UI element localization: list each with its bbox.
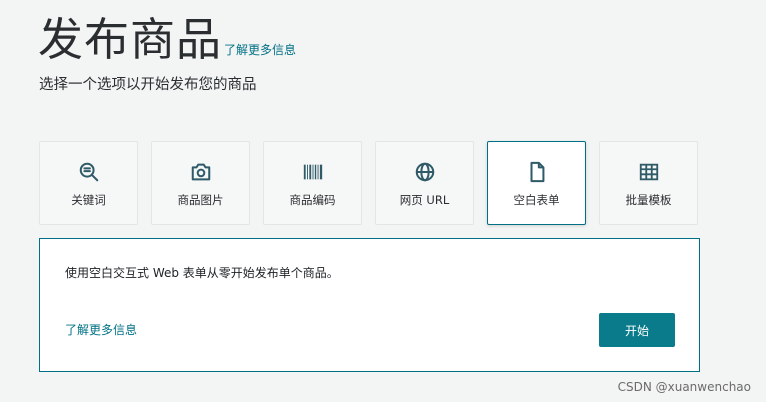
option-bulk-template[interactable]: 批量模板 bbox=[599, 141, 698, 225]
blank-document-icon bbox=[525, 160, 549, 184]
option-label: 网页 URL bbox=[399, 193, 450, 207]
spreadsheet-grid-icon bbox=[637, 160, 661, 184]
start-button[interactable]: 开始 bbox=[599, 313, 675, 347]
learn-more-link-panel[interactable]: 了解更多信息 bbox=[65, 321, 137, 338]
option-web-url[interactable]: 网页 URL bbox=[375, 141, 474, 225]
option-label: 关键词 bbox=[71, 193, 106, 207]
option-blank-form[interactable]: 空白表单 bbox=[487, 141, 586, 225]
learn-more-link-header[interactable]: 了解更多信息 bbox=[224, 41, 296, 58]
option-product-code[interactable]: 商品编码 bbox=[263, 141, 362, 225]
page-title: 发布商品 bbox=[38, 13, 223, 66]
option-label: 空白表单 bbox=[513, 193, 560, 207]
globe-icon bbox=[413, 160, 437, 184]
option-label: 商品编码 bbox=[289, 193, 336, 207]
option-label: 商品图片 bbox=[177, 193, 224, 207]
barcode-icon bbox=[301, 160, 325, 184]
option-description: 使用空白交互式 Web 表单从零开始发布单个商品。 bbox=[65, 266, 339, 280]
camera-icon bbox=[189, 160, 213, 184]
search-list-icon bbox=[77, 160, 101, 184]
option-keyword[interactable]: 关键词 bbox=[39, 141, 138, 225]
page-subtitle: 选择一个选项以开始发布您的商品 bbox=[39, 77, 257, 93]
watermark: CSDN @xuanwenchao bbox=[617, 380, 751, 394]
option-label: 批量模板 bbox=[625, 193, 672, 207]
option-product-image[interactable]: 商品图片 bbox=[151, 141, 250, 225]
option-detail-panel: 使用空白交互式 Web 表单从零开始发布单个商品。 了解更多信息 开始 bbox=[39, 238, 700, 372]
